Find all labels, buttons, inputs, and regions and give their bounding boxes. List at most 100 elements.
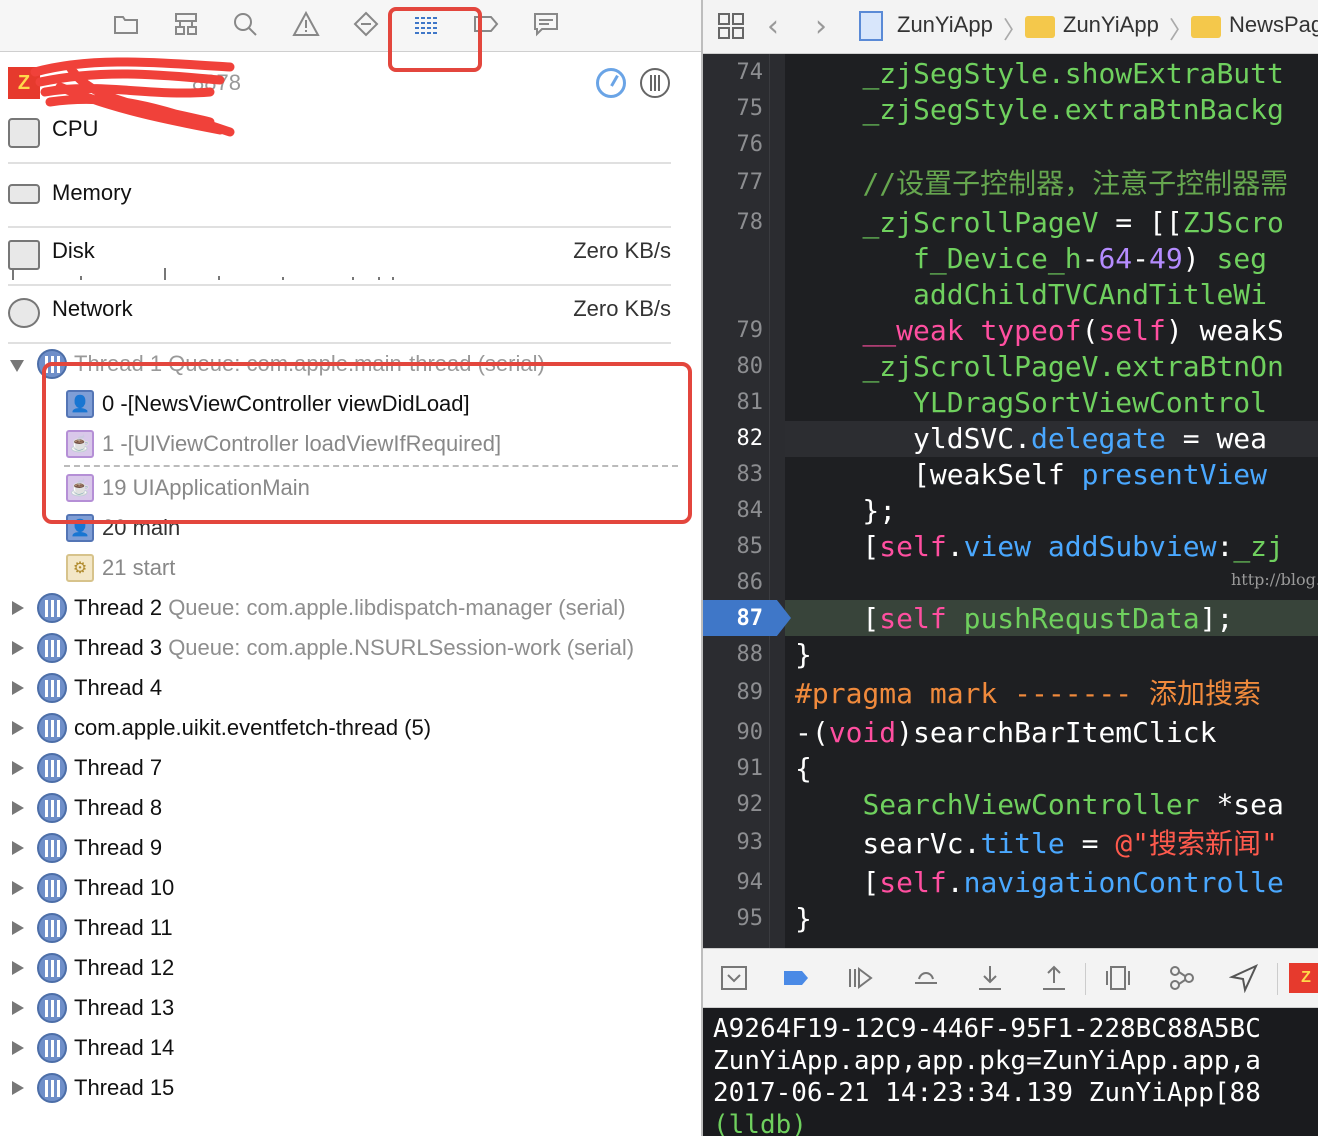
thread-icon xyxy=(37,873,67,903)
stack-frame-row[interactable]: ⚙ 21 start xyxy=(64,548,684,588)
line-number: 86 xyxy=(736,570,764,595)
code-line[interactable]: [self pushRequstData]; xyxy=(795,601,1233,637)
thread-queue: Queue: com.apple.libdispatch-manager (se… xyxy=(168,595,626,620)
code-line[interactable]: //设置子控制器，注意子控制器需 xyxy=(795,166,1288,202)
thread-row[interactable]: Thread 14 xyxy=(8,1029,698,1067)
code-line[interactable]: { xyxy=(795,751,812,787)
gauge-view-button[interactable] xyxy=(596,68,626,98)
thread-row[interactable]: Thread 15 xyxy=(8,1069,698,1107)
thread-row[interactable]: Thread 9 xyxy=(8,829,698,867)
line-number: 74 xyxy=(736,60,764,85)
line-number: 88 xyxy=(736,642,764,667)
code-line[interactable]: } xyxy=(795,901,812,937)
app-target-icon[interactable]: Z xyxy=(1289,963,1318,993)
code-line[interactable]: _zjSegStyle.showExtraButt xyxy=(795,56,1283,92)
gauge-cpu[interactable]: CPU xyxy=(8,106,671,164)
code-line[interactable]: yldSVC.delegate = wea xyxy=(795,421,1267,457)
code-line[interactable]: }; xyxy=(795,493,896,529)
step-over-icon[interactable] xyxy=(909,963,943,993)
thread-name: Thread 4 xyxy=(74,675,163,700)
step-out-icon[interactable] xyxy=(1037,963,1071,993)
memory-graph-icon[interactable] xyxy=(1165,963,1199,993)
code-line[interactable]: _zjScrollPageV.extraBtnOn xyxy=(795,349,1283,385)
line-number: 90 xyxy=(736,720,764,745)
simulate-location-icon[interactable] xyxy=(1227,963,1261,993)
thread-icon xyxy=(37,793,67,823)
continue-icon[interactable] xyxy=(843,963,877,993)
thread-row[interactable]: Thread 12 xyxy=(8,949,698,987)
breakpoints-active-icon[interactable] xyxy=(779,963,813,993)
thread-icon xyxy=(37,993,67,1023)
issue-navigator-warning-icon[interactable] xyxy=(289,8,323,40)
thread-row[interactable]: Thread 11 xyxy=(8,909,698,947)
thread-row[interactable]: Thread 13 xyxy=(8,989,698,1027)
gauge-memory[interactable]: Memory xyxy=(8,170,671,228)
code-line[interactable]: __weak typeof(self) weakS xyxy=(795,313,1283,349)
gauge-value: Zero KB/s xyxy=(573,238,671,263)
disclosure-triangle-icon[interactable] xyxy=(12,641,24,655)
code-line[interactable]: YLDragSortViewControl xyxy=(795,385,1267,421)
disclosure-triangle-icon[interactable] xyxy=(12,601,24,615)
code-line[interactable]: #pragma mark ------- 添加搜索 xyxy=(795,676,1261,712)
disclosure-triangle-icon[interactable] xyxy=(12,1001,24,1015)
thread-row[interactable]: Thread 3 Queue: com.apple.NSURLSession-w… xyxy=(8,629,698,667)
thread-row[interactable]: Thread 8 xyxy=(8,789,698,827)
disclosure-triangle-icon[interactable] xyxy=(12,881,24,895)
find-navigator-magnifier-icon[interactable] xyxy=(228,8,262,40)
symbol-navigator-hierarchy-icon[interactable] xyxy=(169,8,203,40)
process-view-threads-button[interactable] xyxy=(640,68,670,98)
code-line[interactable]: _zjSegStyle.extraBtnBackg xyxy=(795,92,1283,128)
console-line: ZunYiApp.app,app.pkg=ZunYiApp.app,a xyxy=(713,1046,1261,1076)
thread-row[interactable]: Thread 2 Queue: com.apple.libdispatch-ma… xyxy=(8,589,698,627)
breadcrumb-folder[interactable]: NewsPag xyxy=(1229,12,1318,38)
code-line[interactable]: } xyxy=(795,637,812,673)
thread-icon xyxy=(37,633,67,663)
disclosure-triangle-icon[interactable] xyxy=(12,841,24,855)
thread-row[interactable]: Thread 10 xyxy=(8,869,698,907)
code-line[interactable]: f_Device_h-64-49) seg xyxy=(795,241,1267,277)
disclosure-triangle-icon[interactable] xyxy=(12,921,24,935)
thread-name: Thread 14 xyxy=(74,1035,175,1060)
hide-debug-area-icon[interactable] xyxy=(717,963,751,993)
thread-row[interactable]: Thread 4 xyxy=(8,669,698,707)
disclosure-triangle-icon[interactable] xyxy=(12,801,24,815)
disclosure-triangle-icon[interactable] xyxy=(12,721,24,735)
thread-row[interactable]: Thread 7 xyxy=(8,749,698,787)
forward-arrow-icon[interactable]: › xyxy=(815,9,827,44)
view-hierarchy-icon[interactable] xyxy=(1101,963,1135,993)
line-number: 83 xyxy=(736,462,764,487)
thread-name: Thread 3 xyxy=(74,635,163,660)
source-editor-pane: ‹ › ZunYiApp 〉 ZunYiApp 〉 NewsPag 74 75 … xyxy=(703,0,1318,1136)
line-number: 78 xyxy=(736,210,764,235)
code-line[interactable]: [self.view addSubview:_zj xyxy=(795,529,1283,565)
code-line[interactable]: SearchViewController *sea xyxy=(795,787,1283,823)
step-into-icon[interactable] xyxy=(973,963,1007,993)
lldb-console[interactable]: A9264F19-12C9-446F-95F1-228BC88A5BC ZunY… xyxy=(703,1008,1318,1136)
gauge-network[interactable]: Network Zero KB/s xyxy=(8,286,671,344)
thread-icon xyxy=(37,753,67,783)
disclosure-triangle-icon[interactable] xyxy=(12,681,24,695)
lldb-prompt[interactable]: (lldb) xyxy=(713,1110,807,1136)
frame-label: 21 start xyxy=(102,555,176,580)
disclosure-triangle-icon[interactable] xyxy=(12,1041,24,1055)
code-line[interactable]: -(void)searchBarItemClick xyxy=(795,715,1216,751)
code-line[interactable]: searVc.title = @"搜索新闻" xyxy=(795,826,1277,862)
back-arrow-icon[interactable]: ‹ xyxy=(767,9,779,44)
line-number: 85 xyxy=(736,534,764,559)
thread-icon xyxy=(37,833,67,863)
code-line[interactable]: [weakSelf presentView xyxy=(795,457,1267,493)
code-line[interactable]: _zjScrollPageV = [[ZJScro xyxy=(795,205,1283,241)
test-navigator-diamond-icon[interactable] xyxy=(349,8,383,40)
project-navigator-folder-icon[interactable] xyxy=(109,8,143,40)
report-navigator-speech-bubble-icon[interactable] xyxy=(529,8,563,40)
disclosure-triangle-icon[interactable] xyxy=(10,360,24,372)
code-line[interactable]: addChildTVCAndTitleWi xyxy=(795,277,1267,313)
related-items-grid-icon[interactable] xyxy=(717,12,745,40)
breadcrumb-project[interactable]: ZunYiApp xyxy=(897,12,993,38)
disclosure-triangle-icon[interactable] xyxy=(12,961,24,975)
disclosure-triangle-icon[interactable] xyxy=(12,1081,24,1095)
thread-row[interactable]: com.apple.uikit.eventfetch-thread (5) xyxy=(8,709,698,747)
disclosure-triangle-icon[interactable] xyxy=(12,761,24,775)
breadcrumb-group[interactable]: ZunYiApp xyxy=(1063,12,1159,38)
code-line[interactable]: [self.navigationControlle xyxy=(795,865,1283,901)
